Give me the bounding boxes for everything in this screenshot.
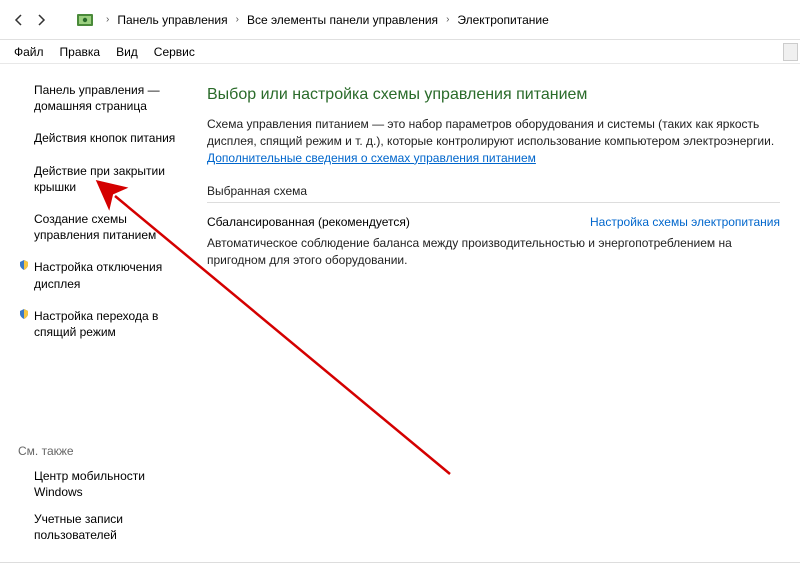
sidebar-item-label: Создание схемы управления питанием [34, 211, 185, 243]
main-content: Выбор или настройка схемы управления пит… [195, 64, 800, 563]
sidebar-item-sleep[interactable]: Настройка перехода в спящий режим [18, 308, 185, 340]
breadcrumb-item[interactable]: Все элементы панели управления [245, 13, 440, 27]
plan-settings-link[interactable]: Настройка схемы электропитания [590, 215, 780, 229]
breadcrumb: Панель управления › Все элементы панели … [115, 13, 550, 27]
breadcrumb-item[interactable]: Панель управления [115, 13, 229, 27]
shield-icon [18, 259, 30, 271]
sidebar-item-label: Действия кнопок питания [34, 130, 175, 146]
sidebar-item-label: Настройка отключения дисплея [34, 259, 185, 291]
selected-plan-header: Выбранная схема [207, 184, 780, 198]
sidebar-item-display-off[interactable]: Настройка отключения дисплея [18, 259, 185, 291]
sidebar-item-label: Настройка перехода в спящий режим [34, 308, 185, 340]
plan-description: Автоматическое соблюдение баланса между … [207, 235, 780, 269]
shield-icon [18, 308, 30, 320]
chevron-right-icon[interactable]: › [100, 14, 115, 25]
sidebar: Панель управления — домашняя страница Де… [0, 64, 195, 563]
breadcrumb-item[interactable]: Электропитание [455, 13, 550, 27]
see-also-mobility-center[interactable]: Центр мобильности Windows [18, 468, 185, 500]
sidebar-item-create-plan[interactable]: Создание схемы управления питанием [18, 211, 185, 243]
page-description: Схема управления питанием — это набор па… [207, 116, 780, 166]
sidebar-home-link[interactable]: Панель управления — домашняя страница [18, 82, 185, 114]
menu-tools[interactable]: Сервис [146, 43, 203, 61]
back-button[interactable] [8, 9, 30, 31]
sidebar-item-lid-close[interactable]: Действие при закрытии крышки [18, 163, 185, 195]
see-also-header: См. также [18, 444, 185, 458]
menu-bar: Файл Правка Вид Сервис [0, 40, 800, 64]
sidebar-home-label: Панель управления — домашняя страница [34, 82, 185, 114]
chevron-right-icon[interactable]: › [440, 14, 455, 25]
sidebar-item-label: Действие при закрытии крышки [34, 163, 185, 195]
menu-file[interactable]: Файл [6, 43, 52, 61]
chevron-right-icon[interactable]: › [230, 14, 245, 25]
see-also-label: Центр мобильности Windows [34, 468, 185, 500]
scrollbar-stub[interactable] [783, 43, 798, 61]
forward-button[interactable] [30, 9, 52, 31]
more-info-link[interactable]: Дополнительные сведения о схемах управле… [207, 151, 536, 165]
plan-name: Сбалансированная (рекомендуется) [207, 215, 410, 229]
menu-view[interactable]: Вид [108, 43, 146, 61]
control-panel-icon [76, 11, 94, 29]
menu-edit[interactable]: Правка [52, 43, 109, 61]
address-bar: › Панель управления › Все элементы панел… [0, 0, 800, 40]
page-title: Выбор или настройка схемы управления пит… [207, 86, 780, 104]
see-also-label: Учетные записи пользователей [34, 511, 185, 543]
see-also-user-accounts[interactable]: Учетные записи пользователей [18, 511, 185, 543]
divider [0, 562, 800, 563]
sidebar-item-power-buttons[interactable]: Действия кнопок питания [18, 130, 185, 146]
divider [207, 202, 780, 203]
